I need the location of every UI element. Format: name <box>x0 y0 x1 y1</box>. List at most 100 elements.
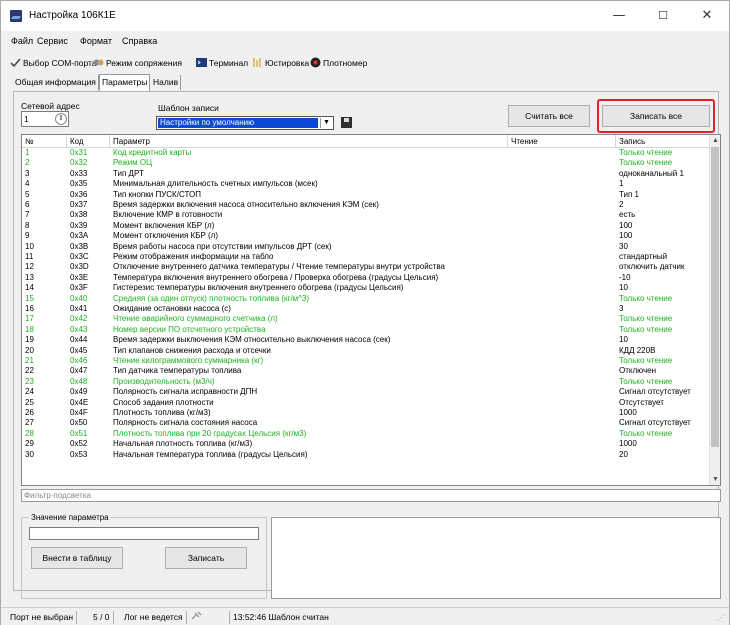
table-row[interactable]: 16 0x41 Ожидание остановки насоса (с) 3 <box>22 304 710 314</box>
table-row[interactable]: 4 0x35 Минимальная длительность счетных им… <box>22 179 710 189</box>
title-bar: Настройка 106К1Е — ☐ ✕ <box>1 1 729 31</box>
table-row[interactable]: 14 0x3F Гистерезис температуры включения в… <box>22 283 710 293</box>
menu-help[interactable]: Справка <box>122 36 157 46</box>
table-row[interactable]: 15 0x40 Средняя (за один отпуск) плотность… <box>22 294 710 304</box>
table-row[interactable]: 28 0x51 Плотность топлива при 20 градусах … <box>22 429 710 439</box>
cell-number: 30 <box>25 449 34 459</box>
menu-format[interactable]: Формат <box>80 36 112 46</box>
cell-parameter: Номер версии ПО отсчетного устройства <box>113 324 266 334</box>
handshake-icon <box>93 59 104 66</box>
spinner-icon[interactable]: ⇕ <box>55 113 67 125</box>
terminal-icon <box>196 58 207 67</box>
cell-number: 18 <box>25 324 34 334</box>
table-row[interactable]: 6 0x37 Время задержки включения насоса отн… <box>22 200 710 210</box>
column-code[interactable]: Код <box>67 135 110 148</box>
tab-general-info[interactable]: Общая информация <box>13 75 99 90</box>
template-select[interactable]: Настройки по умолчанию ▼ <box>156 116 334 130</box>
table-row[interactable]: 27 0x50 Полярность сигнала состояния насос… <box>22 418 710 428</box>
net-address-input[interactable]: 1 ⇕ <box>21 111 69 127</box>
cell-code: 0x40 <box>70 293 88 303</box>
pairing-mode-button[interactable]: Режим сопряжения <box>93 55 182 71</box>
tab-filling[interactable]: Налив <box>151 75 182 90</box>
enter-into-table-button[interactable]: Внести в таблицу <box>31 547 123 569</box>
param-value-input[interactable] <box>29 527 259 540</box>
column-read[interactable]: Чтение <box>508 135 616 148</box>
table-row[interactable]: 5 0x36 Тип кнопки ПУСК/СТОП Тип 1 <box>22 190 710 200</box>
cell-number: 13 <box>25 272 34 282</box>
calibration-button[interactable]: Юстировка <box>252 55 309 71</box>
table-row[interactable]: 23 0x48 Производительность (м3/ч) Только чт… <box>22 377 710 387</box>
menu-file[interactable]: Файл <box>11 36 33 46</box>
scroll-up-icon[interactable]: ▲ <box>710 135 720 146</box>
table-row[interactable]: 26 0x4F Плотность топлива (кг/м3) 1000 <box>22 408 710 418</box>
log-text-area[interactable] <box>271 517 721 599</box>
vertical-scrollbar[interactable]: ▲ ▼ <box>709 135 720 485</box>
status-port: Порт не выбран <box>7 611 78 624</box>
cell-code: 0x33 <box>70 168 88 178</box>
cell-code: 0x44 <box>70 335 88 345</box>
cell-write: 1000 <box>619 439 637 449</box>
tab-parameters[interactable]: Параметры <box>99 74 151 91</box>
table-row[interactable]: 7 0x38 Включение КМР в готовности есть <box>22 210 710 220</box>
cell-parameter: Полярность сигнала состояния насоса <box>113 418 258 428</box>
template-selected-value: Настройки по умолчанию <box>158 118 318 128</box>
cell-code: 0x35 <box>70 179 88 189</box>
table-row[interactable]: 11 0x3C Режим отображения информации на та… <box>22 252 710 262</box>
table-row[interactable]: 20 0x45 Тип клапанов снижения расхода и от… <box>22 346 710 356</box>
table-row[interactable]: 30 0x53 Начальная температура топлива (гра… <box>22 450 710 460</box>
cell-number: 28 <box>25 428 34 438</box>
table-row[interactable]: 18 0x43 Номер версии ПО отсчетного устройс… <box>22 325 710 335</box>
status-bar: Порт не выбран 5 / 0 Лог не ведется 13:5… <box>1 607 729 625</box>
cell-write: 10 <box>619 335 628 345</box>
highlight-box <box>597 99 715 133</box>
table-row[interactable]: 17 0x42 Чтение аварийного суммарного счетч… <box>22 314 710 324</box>
write-button[interactable]: Записать <box>165 547 247 569</box>
toolbar: Выбор COM-порта Режим сопряжения Термина… <box>1 55 729 71</box>
scroll-down-icon[interactable]: ▼ <box>710 474 720 485</box>
table-row[interactable]: 12 0x3D Отключение внутреннего датчика тем… <box>22 262 710 272</box>
table-row[interactable]: 21 0x46 Чтение килограммового суммарника (… <box>22 356 710 366</box>
table-row[interactable]: 8 0x39 Момент включения КБР (л) 100 <box>22 221 710 231</box>
cell-parameter: Режим отображения информации на табло <box>113 252 274 261</box>
table-row[interactable]: 13 0x3E Температура включения внутреннего … <box>22 273 710 283</box>
densitometer-button[interactable]: Плотномер <box>310 55 367 71</box>
menu-service[interactable]: Сервис <box>37 36 68 46</box>
cell-number: 1 <box>25 148 30 157</box>
select-com-port-button[interactable]: Выбор COM-порта <box>10 55 97 71</box>
cell-number: 21 <box>25 356 34 365</box>
cell-code: 0x4F <box>70 408 88 417</box>
table-row[interactable]: 25 0x4E Способ задания плотности Отсутствуе… <box>22 398 710 408</box>
menu-bar: Файл Сервис Формат Справка <box>1 34 729 50</box>
cell-parameter: Включение КМР в готовности <box>113 210 223 220</box>
cell-number: 16 <box>25 304 34 313</box>
table-row[interactable]: 22 0x47 Тип датчика температуры топлива Отк… <box>22 366 710 376</box>
table-row[interactable]: 2 0x32 Режим ОЦ Только чтение <box>22 158 710 168</box>
cell-number: 8 <box>25 220 30 230</box>
read-all-button[interactable]: Считать все <box>508 105 590 127</box>
column-number[interactable]: № <box>22 135 67 148</box>
cell-number: 22 <box>25 366 34 376</box>
scroll-thumb[interactable] <box>711 147 719 447</box>
maximize-button[interactable]: ☐ <box>641 1 685 31</box>
table-row[interactable]: 3 0x33 Тип ДРТ одноканальный 1 <box>22 169 710 179</box>
toolbar-label: Выбор COM-порта <box>23 58 97 68</box>
filter-input[interactable]: Фильтр-подсветка <box>21 489 721 502</box>
chevron-down-icon[interactable]: ▼ <box>320 118 332 128</box>
column-write[interactable]: Запись <box>616 135 710 148</box>
terminal-button[interactable]: Терминал <box>196 55 248 71</box>
table-row[interactable]: 1 0x31 Код кредитной карты Только чтение <box>22 148 710 158</box>
table-row[interactable]: 19 0x44 Время задержки выключения КЭМ отно… <box>22 335 710 345</box>
table-row[interactable]: 24 0x49 Полярность сигнала исправности ДПН… <box>22 387 710 397</box>
table-row[interactable]: 9 0x3A Момент отключения КБР (л) 100 <box>22 231 710 241</box>
table-row[interactable]: 10 0x3B Время работы насоса при отсутствии… <box>22 242 710 252</box>
cell-parameter: Чтение килограммового суммарника (кг) <box>113 356 264 365</box>
minimize-button[interactable]: — <box>597 1 641 31</box>
save-icon[interactable] <box>341 117 352 128</box>
cell-write: Отсутствует <box>619 397 664 407</box>
close-button[interactable]: ✕ <box>685 1 729 31</box>
table-row[interactable]: 29 0x52 Начальная плотность топлива (кг/м3… <box>22 439 710 449</box>
resize-grip-icon[interactable]: ⋰ <box>717 613 727 623</box>
app-window: Настройка 106К1Е — ☐ ✕ Файл Сервис Форма… <box>0 0 730 625</box>
cell-number: 19 <box>25 335 34 345</box>
column-parameter[interactable]: Параметр <box>110 135 508 148</box>
